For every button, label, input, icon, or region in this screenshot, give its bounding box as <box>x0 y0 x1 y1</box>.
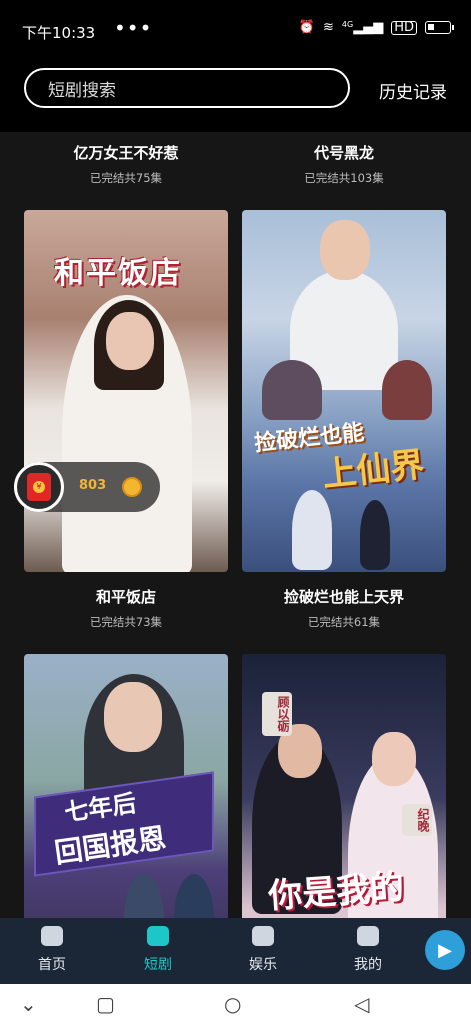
chevron-down-icon[interactable]: ⌄ <box>20 992 37 1016</box>
poster-title: 和平饭店 <box>54 256 182 291</box>
drama-poster[interactable]: 顾以砺 纪晚 你是我的 <box>242 654 446 918</box>
coin-icon <box>122 477 142 497</box>
nav-label: 娱乐 <box>249 957 277 973</box>
poster-tag: 顾以砺 <box>262 692 292 736</box>
poster-figure-face <box>104 682 162 752</box>
search-input[interactable]: 短剧搜索 <box>24 68 350 108</box>
poster-subtitle: 上仙界 <box>320 444 427 496</box>
system-nav-bar: ⌄ ▢ ○ ◁ <box>0 984 471 1024</box>
clapperboard-icon <box>147 926 169 946</box>
wifi-icon: ≋ <box>323 20 334 35</box>
poster-title: 你是我的 <box>267 867 406 917</box>
bottom-nav: 首页 短剧 娱乐 我的 ▶ <box>0 918 471 984</box>
home-icon <box>41 926 63 946</box>
poster-figure <box>174 874 214 918</box>
header: 短剧搜索 历史记录 <box>0 62 471 132</box>
recents-icon[interactable]: ▢ <box>96 992 115 1016</box>
card-title[interactable]: 代号黑龙 <box>242 142 446 163</box>
alarm-icon: ⏰ <box>298 20 315 35</box>
poster-tag: 纪晚 <box>402 804 432 836</box>
poster-figure-face <box>106 312 154 370</box>
card-status: 已完结共75集 <box>89 171 163 185</box>
red-packet-icon: ¥ <box>27 473 51 501</box>
poster-figure <box>124 874 164 918</box>
drama-poster[interactable]: 捡破烂也能 上仙界 <box>242 210 446 572</box>
status-more-icon: ••• <box>114 16 153 40</box>
card-status: 已完结共103集 <box>304 171 384 185</box>
nav-entertainment[interactable]: 娱乐 <box>233 926 293 974</box>
nav-drama[interactable]: 短剧 <box>128 926 188 974</box>
poster-figure <box>292 490 332 570</box>
drama-poster[interactable]: 和平饭店 <box>24 210 228 572</box>
card-title[interactable]: 亿万女王不好惹 <box>24 142 228 163</box>
home-circle-icon[interactable]: ○ <box>224 992 241 1016</box>
poster-figure <box>262 360 322 420</box>
nav-label: 短剧 <box>144 957 172 973</box>
poster-figure-face <box>372 732 416 786</box>
status-icons: ⏰ ≋ 4G▂▄▆ HD <box>298 20 454 35</box>
nav-label: 我的 <box>354 957 382 973</box>
drama-grid: 亿万女王不好惹 已完结共75集 代号黑龙 已完结共103集 和平饭店 和平饭店 … <box>0 132 471 918</box>
card-status: 已完结共61集 <box>307 615 381 629</box>
card-title[interactable]: 和平饭店 <box>24 586 228 607</box>
status-bar: 下午10:33 ••• ⏰ ≋ 4G▂▄▆ HD <box>0 0 471 62</box>
hd-badge: HD <box>391 20 417 35</box>
play-fab-icon[interactable]: ▶ <box>425 930 465 970</box>
poster-figure <box>382 360 432 420</box>
poster-figure <box>360 500 390 570</box>
nav-home[interactable]: 首页 <box>22 926 82 974</box>
drama-poster[interactable]: 七年后 回国报恩 <box>24 654 228 918</box>
card-status: 已完结共73集 <box>89 615 163 629</box>
history-button[interactable]: 历史记录 <box>379 78 447 103</box>
battery-icon <box>425 21 454 34</box>
reward-coins: 803 <box>79 478 107 493</box>
signal-icon: 4G▂▄▆ <box>341 20 384 35</box>
search-placeholder: 短剧搜索 <box>48 80 116 101</box>
robot-icon <box>357 926 379 946</box>
bookmark-icon <box>252 926 274 946</box>
reward-timer-ring: ¥ <box>14 462 64 512</box>
reward-float[interactable]: ¥ 803 <box>14 462 160 512</box>
back-icon[interactable]: ◁ <box>354 992 369 1016</box>
card-title[interactable]: 捡破烂也能上天界 <box>242 586 446 607</box>
nav-label: 首页 <box>38 957 66 973</box>
nav-mine[interactable]: 我的 <box>338 926 398 974</box>
status-time: 下午10:33 <box>22 24 96 42</box>
poster-figure-face <box>320 220 370 280</box>
